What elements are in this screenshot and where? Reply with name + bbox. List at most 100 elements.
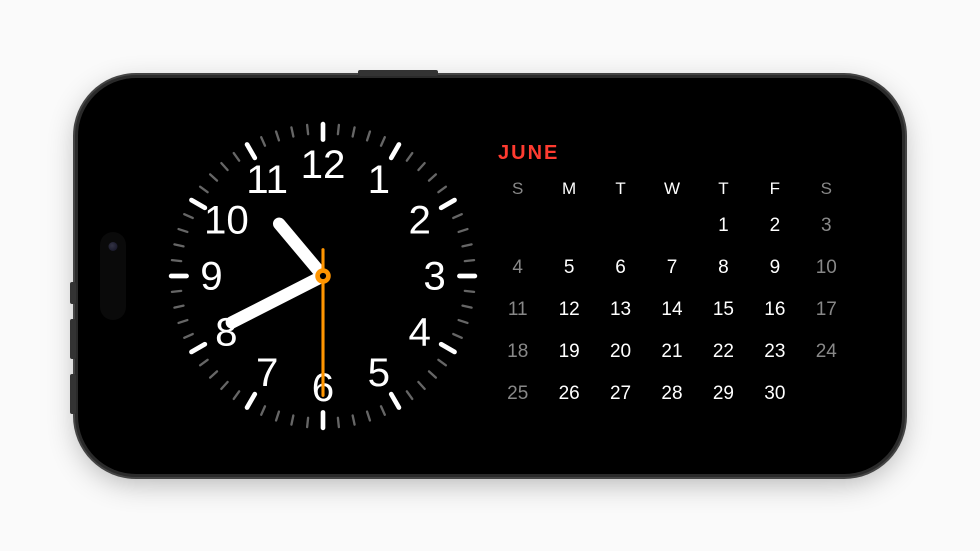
calendar-month-label: JUNE [498,142,852,165]
clock-tick-minor [429,174,436,180]
calendar-day [543,211,594,241]
calendar-day-header: T [595,179,646,199]
clock-tick-minor [174,305,183,307]
clock-tick-minor [453,334,461,338]
calendar-day[interactable]: 21 [646,337,697,367]
clock-tick-minor [210,371,217,377]
clock-tick-minor [276,131,279,140]
clock-tick-minor [407,391,412,399]
calendar-day[interactable]: 23 [749,337,800,367]
clock-tick-minor [407,153,412,161]
calendar-widget[interactable]: JUNE SMTWTFS1234567891011121314151617181… [492,142,852,409]
clock-tick-minor [353,415,355,424]
calendar-day[interactable]: 27 [595,379,646,409]
calendar-day[interactable]: 26 [543,379,594,409]
clock-tick-minor [307,124,308,133]
clock-tick-minor [438,359,446,364]
calendar-day[interactable]: 22 [698,337,749,367]
calendar-day[interactable]: 13 [595,295,646,325]
calendar-day-header: S [492,179,543,199]
calendar-day [801,379,852,409]
calendar-day[interactable]: 17 [801,295,852,325]
calendar-day[interactable]: 8 [698,253,749,283]
clock-tick-major [191,344,204,352]
clock-tick-minor [174,244,183,246]
calendar-day[interactable]: 11 [492,295,543,325]
clock-tick-major [441,200,454,208]
clock-tick-minor [367,411,370,420]
calendar-day [646,211,697,241]
calendar-day[interactable]: 28 [646,379,697,409]
clock-tick-minor [234,391,239,399]
clock-tick-minor [234,153,239,161]
clock-tick-minor [367,131,370,140]
calendar-day [595,211,646,241]
calendar-day[interactable]: 15 [698,295,749,325]
phone-frame: 121234567891011 JUNE SMTWTFS123456789101… [78,78,902,474]
clock-tick-minor [418,163,424,170]
clock-widget[interactable]: 121234567891011 [168,121,478,431]
clock-numeral: 1 [368,156,390,201]
dynamic-island [100,232,126,320]
calendar-day[interactable]: 25 [492,379,543,409]
clock-tick-minor [261,137,265,145]
calendar-day[interactable]: 29 [698,379,749,409]
calendar-day[interactable]: 9 [749,253,800,283]
calendar-day[interactable]: 1 [698,211,749,241]
clock-tick-minor [200,359,208,364]
calendar-day[interactable]: 7 [646,253,697,283]
clock-numeral: 5 [368,350,390,395]
calendar-day[interactable]: 12 [543,295,594,325]
clock-tick-minor [221,381,227,388]
clock-center-hole [320,272,326,278]
clock-tick-minor [459,229,468,232]
clock-tick-minor [459,320,468,323]
clock-tick-minor [276,411,279,420]
clock-tick-minor [291,127,293,136]
clock-tick-minor [184,214,192,218]
clock-numeral: 4 [408,309,430,354]
clock-tick-minor [172,260,181,261]
clock-tick-minor [200,186,208,191]
standby-screen: 121234567891011 JUNE SMTWTFS123456789101… [108,121,872,431]
calendar-day[interactable]: 18 [492,337,543,367]
clock-tick-minor [172,290,181,291]
calendar-day[interactable]: 14 [646,295,697,325]
clock-tick-minor [453,214,461,218]
clock-tick-minor [381,137,385,145]
calendar-day[interactable]: 16 [749,295,800,325]
clock-tick-minor [438,186,446,191]
clock-tick-major [391,394,399,407]
clock-tick-minor [184,334,192,338]
calendar-day-header: T [698,179,749,199]
clock-numeral: 9 [200,253,222,298]
volume-down-button[interactable] [70,374,76,414]
clock-tick-minor [261,406,265,414]
clock-tick-minor [465,260,474,261]
clock-numeral: 10 [204,197,249,242]
clock-tick-minor [462,305,471,307]
calendar-day[interactable]: 24 [801,337,852,367]
calendar-day[interactable]: 30 [749,379,800,409]
clock-tick-minor [338,124,339,133]
calendar-day[interactable]: 4 [492,253,543,283]
clock-tick-minor [338,417,339,426]
calendar-grid: SMTWTFS123456789101112131415161718192021… [492,179,852,409]
calendar-day[interactable]: 3 [801,211,852,241]
calendar-day[interactable]: 2 [749,211,800,241]
calendar-day[interactable]: 19 [543,337,594,367]
mute-switch[interactable] [70,282,76,304]
clock-tick-minor [429,371,436,377]
clock-tick-minor [353,127,355,136]
clock-numeral: 3 [423,253,445,298]
clock-tick-major [391,144,399,157]
calendar-day[interactable]: 6 [595,253,646,283]
power-button[interactable] [358,70,438,76]
calendar-day-header: M [543,179,594,199]
clock-tick-minor [462,244,471,246]
volume-up-button[interactable] [70,319,76,359]
clock-tick-minor [221,163,227,170]
calendar-day-today[interactable]: 5 [543,253,594,283]
calendar-day[interactable]: 20 [595,337,646,367]
calendar-day[interactable]: 10 [801,253,852,283]
